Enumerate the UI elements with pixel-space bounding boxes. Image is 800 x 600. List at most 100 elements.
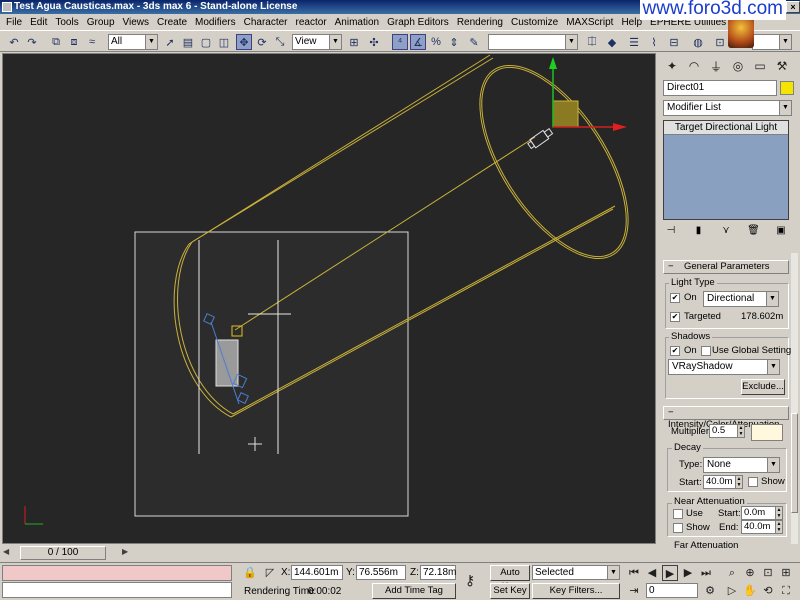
previous-frame-icon[interactable]: ◀	[3, 547, 9, 556]
light-color-swatch[interactable]	[751, 424, 783, 441]
reference-coordinate-dropdown[interactable]: View ▼	[292, 34, 342, 50]
select-and-scale-icon[interactable]: ⤡	[272, 34, 288, 50]
show-end-result-icon[interactable]: ▮	[691, 225, 707, 239]
lock-selection-icon[interactable]: 🔒	[242, 565, 258, 581]
configure-modifier-sets-icon[interactable]: ▣	[773, 225, 789, 239]
display-tab-icon[interactable]: ▭	[751, 57, 769, 75]
stack-item-target-directional-light[interactable]: Target Directional Light	[664, 121, 788, 135]
mirror-icon[interactable]: ⎅	[584, 34, 600, 50]
maxscript-listener-input[interactable]	[2, 565, 232, 581]
light-on-checkbox[interactable]: ✔	[670, 293, 680, 303]
zoom-icon[interactable]: ⌕	[724, 565, 740, 581]
decay-type-dropdown[interactable]: None ▼	[703, 457, 780, 473]
select-and-manipulate-icon[interactable]: ✣	[366, 34, 382, 50]
auto-key-button[interactable]: Auto Key	[490, 565, 530, 592]
close-button[interactable]: ×	[786, 1, 800, 13]
key-selection-dropdown[interactable]: Selected ▼	[532, 565, 620, 580]
maximize-viewport-icon[interactable]: ⛶	[778, 583, 794, 599]
near-use-checkbox[interactable]	[673, 509, 683, 519]
undo-icon[interactable]: ↶	[6, 34, 22, 50]
select-object-icon[interactable]: ➚	[162, 34, 178, 50]
absolute-mode-icon[interactable]: ◸	[262, 565, 278, 581]
utilities-tab-icon[interactable]: ⚒	[773, 57, 791, 75]
create-tab-icon[interactable]: ✦	[663, 57, 681, 75]
zoom-all-icon[interactable]: ⊕	[742, 565, 758, 581]
zoom-extents-icon[interactable]: ⊡	[760, 565, 776, 581]
maxscript-listener-output[interactable]	[2, 582, 232, 598]
object-color-swatch[interactable]	[780, 81, 794, 95]
command-panel-scrollbar[interactable]	[791, 253, 798, 544]
decay-start-spinner[interactable]: 40.0m ▲ ▼	[703, 475, 743, 489]
spinner-arrows-icon[interactable]: ▲ ▼	[737, 425, 744, 437]
menu-tools[interactable]: Tools	[51, 17, 82, 28]
named-selection-dropdown[interactable]: ▼	[488, 34, 578, 50]
add-time-tag-button[interactable]: Add Time Tag	[372, 583, 456, 599]
render-scene-icon[interactable]: ⊡	[712, 34, 728, 50]
scrollbar-thumb[interactable]	[791, 413, 798, 513]
x-coord-field[interactable]: 144.601m	[291, 565, 343, 580]
percent-snap-icon[interactable]: %	[428, 34, 444, 50]
menu-animation[interactable]: Animation	[331, 17, 383, 28]
motion-tab-icon[interactable]: ◎	[729, 57, 747, 75]
pan-icon[interactable]: ✋	[742, 583, 758, 599]
menu-reactor[interactable]: reactor	[292, 17, 331, 28]
menu-character[interactable]: Character	[240, 17, 292, 28]
menu-rendering[interactable]: Rendering	[453, 17, 507, 28]
region-select-icon[interactable]: ▢	[198, 34, 214, 50]
menu-views[interactable]: Views	[119, 17, 154, 28]
select-and-link-icon[interactable]: ⧉	[48, 34, 64, 50]
decay-show-checkbox[interactable]	[748, 477, 758, 487]
near-show-checkbox[interactable]	[673, 523, 683, 533]
menu-customize[interactable]: Customize	[507, 17, 562, 28]
set-key-mode-icon[interactable]: ⚷	[462, 572, 478, 588]
zoom-extents-all-icon[interactable]: ⊞	[778, 565, 794, 581]
set-key-button[interactable]: Set Key	[490, 583, 530, 599]
render-type-dropdown[interactable]: ▼	[752, 34, 792, 50]
bind-space-warp-icon[interactable]: ≈	[84, 34, 100, 50]
pin-stack-icon[interactable]: ⊣	[663, 225, 679, 239]
modify-tab-icon[interactable]: ◠	[685, 57, 703, 75]
multiplier-spinner[interactable]: 0.5 ▲ ▼	[709, 424, 745, 438]
curve-editor-icon[interactable]: ⌇	[646, 34, 662, 50]
angle-snap-icon[interactable]: ∡	[410, 34, 426, 50]
field-of-view-icon[interactable]: ▷	[724, 583, 740, 599]
menu-file[interactable]: File	[2, 17, 26, 28]
time-configuration-icon[interactable]: ⚙	[702, 583, 718, 599]
directional-light-gizmo[interactable]	[527, 57, 627, 150]
next-key-icon[interactable]: ▶	[680, 565, 696, 581]
modifier-list-dropdown[interactable]: Modifier List ▼	[663, 100, 792, 116]
spinner-snap-icon[interactable]: ⇕	[446, 34, 462, 50]
spinner-arrows-icon[interactable]: ▲ ▼	[775, 521, 782, 533]
frame-counter[interactable]: 0 / 100	[20, 546, 106, 560]
edit-named-selections-icon[interactable]: ✎	[466, 34, 482, 50]
pivot-center-icon[interactable]: ⊞	[346, 34, 362, 50]
hierarchy-tab-icon[interactable]: ⏚	[707, 57, 725, 75]
menu-create[interactable]: Create	[153, 17, 191, 28]
layer-manager-icon[interactable]: ☰	[626, 34, 642, 50]
ground-plane[interactable]	[134, 231, 409, 517]
general-parameters-rollout[interactable]: − General Parameters	[663, 260, 789, 274]
shadows-on-checkbox[interactable]: ✔	[670, 346, 680, 356]
make-unique-icon[interactable]: ⋎	[718, 225, 734, 239]
menu-group[interactable]: Group	[83, 17, 119, 28]
near-end-spinner[interactable]: 40.0m ▲ ▼	[741, 520, 783, 534]
shadow-type-dropdown[interactable]: VRayShadow ▼	[668, 359, 780, 375]
near-start-spinner[interactable]: 0.0m ▲ ▼	[741, 506, 783, 520]
unlink-icon[interactable]: ⧈	[66, 34, 82, 50]
menu-maxscript[interactable]: MAXScript	[562, 17, 617, 28]
spinner-arrows-icon[interactable]: ▲ ▼	[775, 507, 782, 519]
light-type-dropdown[interactable]: Directional ▼	[703, 291, 779, 307]
key-filters-button[interactable]: Key Filters...	[532, 583, 620, 599]
go-to-start-icon[interactable]: ⏮	[626, 565, 642, 581]
remove-modifier-icon[interactable]: 🗑	[746, 225, 762, 239]
time-slider[interactable]: ◀ 0 / 100 ▶	[0, 545, 800, 561]
go-to-end-icon[interactable]: ⏭	[698, 565, 714, 581]
menu-edit[interactable]: Edit	[26, 17, 51, 28]
targeted-checkbox[interactable]: ✔	[670, 312, 680, 322]
exclude-button[interactable]: Exclude...	[741, 379, 785, 395]
selection-filter-dropdown[interactable]: All ▼	[108, 34, 158, 50]
y-coord-field[interactable]: 76.556m	[356, 565, 406, 580]
z-coord-field[interactable]: 72.18m	[420, 565, 456, 580]
redo-icon[interactable]: ↷	[24, 34, 40, 50]
next-frame-icon[interactable]: ▶	[122, 547, 128, 556]
